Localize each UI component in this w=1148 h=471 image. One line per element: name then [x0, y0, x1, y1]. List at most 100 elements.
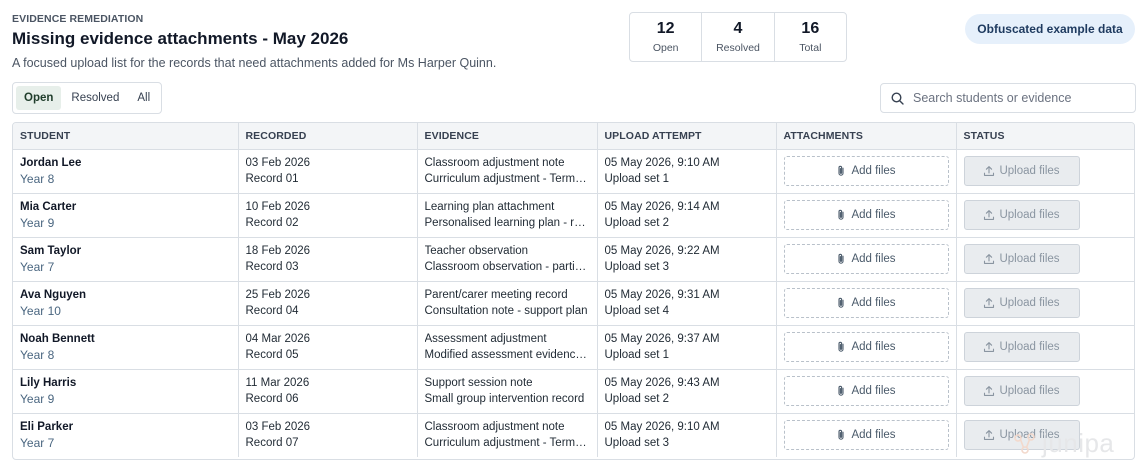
- cell-student: Jordan Lee Year 8: [13, 149, 239, 194]
- search-icon: [891, 91, 904, 105]
- cell-evidence: Support session note Small group interven…: [417, 369, 598, 414]
- student-name: Sam Taylor: [20, 245, 82, 257]
- add-files-button[interactable]: Add files: [783, 376, 949, 406]
- upload-attempt-time: 05 May 2026, 9:14 AM: [604, 201, 720, 213]
- column-header-student: STUDENT: [13, 123, 239, 150]
- add-files-button[interactable]: Add files: [783, 332, 949, 362]
- recorded-date: 25 Feb 2026: [245, 289, 311, 301]
- paperclip-icon: [838, 209, 844, 220]
- cell-student: Eli Parker Year 7: [13, 413, 239, 457]
- recorded-date: 10 Feb 2026: [245, 201, 311, 213]
- cell-status: Upload files: [956, 325, 1134, 370]
- student-name: Ava Nguyen: [20, 289, 87, 301]
- add-files-button[interactable]: Add files: [783, 420, 949, 451]
- upload-attempt-time: 05 May 2026, 9:37 AM: [604, 333, 720, 345]
- cell-student: Mia Carter Year 9: [13, 193, 239, 238]
- search-input[interactable]: [913, 91, 1113, 105]
- evidence-detail: Small group intervention record: [424, 393, 585, 405]
- add-files-label: Add files: [851, 253, 896, 265]
- paperclip-icon: [838, 430, 844, 440]
- stat-resolved: 4 Resolved: [702, 13, 775, 61]
- cell-attachments: Add files: [776, 149, 957, 194]
- upload-attempt-time: 05 May 2026, 9:31 AM: [604, 289, 720, 301]
- add-files-button[interactable]: Add files: [783, 156, 949, 186]
- cell-recorded: 18 Feb 2026 Record 03: [238, 237, 418, 282]
- upload-files-button[interactable]: Upload files: [963, 244, 1080, 274]
- upload-files-button[interactable]: Upload files: [963, 200, 1080, 230]
- student-year: Year 10: [20, 304, 61, 318]
- upload-icon: [984, 210, 995, 220]
- upload-files-button[interactable]: Upload files: [963, 376, 1080, 406]
- cell-upload-attempt: 05 May 2026, 9:10 AM Upload set 1: [597, 149, 777, 194]
- record-id: Record 06: [245, 393, 299, 405]
- cell-status: Upload files: [956, 281, 1134, 326]
- column-header-attachments: ATTACHMENTS: [776, 123, 957, 150]
- stat-resolved-label: Resolved: [716, 42, 760, 54]
- student-name: Noah Bennett: [20, 333, 95, 345]
- evidence-detail: Curriculum adjustment - Term 1 support: [424, 437, 590, 450]
- cell-evidence: Teacher observation Classroom observation…: [417, 237, 598, 282]
- cell-attachments: Add files: [776, 237, 957, 282]
- upload-icon: [984, 342, 995, 352]
- upload-files-button[interactable]: Upload files: [963, 332, 1080, 362]
- filter-open[interactable]: Open: [16, 86, 62, 110]
- upload-set: Upload set 3: [604, 261, 670, 273]
- add-files-button[interactable]: Add files: [783, 200, 949, 230]
- cell-upload-attempt: 05 May 2026, 9:10 AM Upload set 3: [597, 413, 777, 457]
- add-files-button[interactable]: Add files: [783, 288, 949, 318]
- upload-attempt-time: 05 May 2026, 9:10 AM: [604, 157, 720, 169]
- record-id: Record 05: [245, 349, 299, 361]
- page-eyebrow: EVIDENCE REMEDIATION: [12, 13, 144, 25]
- upload-attempt-time: 05 May 2026, 9:10 AM: [604, 421, 720, 434]
- student-name: Mia Carter: [20, 201, 77, 213]
- paperclip-icon: [838, 341, 844, 352]
- upload-icon: [984, 166, 995, 176]
- upload-set: Upload set 1: [604, 173, 670, 185]
- filter-all[interactable]: All: [129, 86, 158, 110]
- evidence-table: STUDENT RECORDED EVIDENCE UPLOAD ATTEMPT…: [12, 122, 1135, 460]
- cell-status: Upload files: [956, 149, 1134, 194]
- stat-open: 12 Open: [630, 13, 703, 61]
- evidence-detail: Curriculum adjustment - Term 1 support: [424, 173, 590, 185]
- cell-evidence: Learning plan attachment Personalised lea…: [417, 193, 598, 238]
- upload-set: Upload set 1: [604, 349, 670, 361]
- evidence-type: Assessment adjustment: [424, 333, 547, 345]
- table-row: Jordan Lee Year 8 03 Feb 2026 Record 01 Clas…: [13, 149, 1134, 194]
- table-row: Ava Nguyen Year 10 25 Feb 2026 Record 04 Par…: [13, 281, 1134, 326]
- filter-resolved[interactable]: Resolved: [63, 86, 127, 110]
- cell-student: Sam Taylor Year 7: [13, 237, 239, 282]
- cell-upload-attempt: 05 May 2026, 9:14 AM Upload set 2: [597, 193, 777, 238]
- add-files-label: Add files: [851, 341, 896, 353]
- search-box[interactable]: [880, 83, 1136, 113]
- evidence-detail: Classroom observation - participation: [424, 261, 590, 273]
- cell-upload-attempt: 05 May 2026, 9:22 AM Upload set 3: [597, 237, 777, 282]
- add-files-button[interactable]: Add files: [783, 244, 949, 274]
- evidence-type: Teacher observation: [424, 245, 529, 257]
- stat-total-value: 16: [801, 20, 820, 37]
- upload-files-label: Upload files: [999, 341, 1060, 353]
- upload-icon: [984, 430, 995, 441]
- cell-status: Upload files: [956, 413, 1134, 457]
- upload-files-label: Upload files: [999, 297, 1060, 309]
- cell-evidence: Classroom adjustment note Curriculum adju…: [417, 149, 598, 194]
- record-id: Record 03: [245, 261, 299, 273]
- cell-attachments: Add files: [776, 413, 957, 457]
- cell-recorded: 03 Feb 2026 Record 01: [238, 149, 418, 194]
- cell-status: Upload files: [956, 369, 1134, 414]
- evidence-detail: Consultation note - support plan: [424, 305, 588, 317]
- upload-files-button[interactable]: Upload files: [963, 288, 1080, 318]
- summary-stats: 12 Open 4 Resolved 16 Total: [629, 12, 847, 62]
- paperclip-icon: [838, 253, 844, 264]
- student-year: Year 9: [20, 392, 55, 406]
- upload-set: Upload set 2: [604, 217, 670, 229]
- upload-files-button[interactable]: Upload files: [963, 156, 1080, 186]
- upload-icon: [984, 254, 995, 264]
- cell-attachments: Add files: [776, 281, 957, 326]
- record-id: Record 02: [245, 217, 299, 229]
- upload-files-button[interactable]: Upload files: [963, 420, 1080, 451]
- evidence-type: Support session note: [424, 377, 533, 389]
- column-header-upload-attempt: UPLOAD ATTEMPT: [597, 123, 777, 150]
- evidence-detail: Modified assessment evidence - task 2: [424, 349, 590, 361]
- upload-icon: [984, 298, 995, 308]
- cell-student: Ava Nguyen Year 10: [13, 281, 239, 326]
